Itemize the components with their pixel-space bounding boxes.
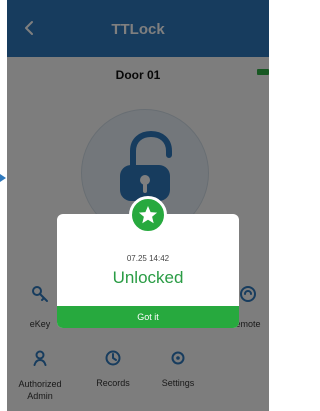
screenshot-frame: TTLock Door 01 eKey emote — [0, 0, 269, 411]
got-it-button[interactable]: Got it — [57, 306, 239, 328]
left-arrow-icon — [0, 174, 6, 182]
star-glyph — [138, 206, 158, 224]
star-icon — [129, 196, 167, 234]
left-white-strip — [0, 0, 7, 411]
app-screen: TTLock Door 01 eKey emote — [7, 0, 269, 411]
unlock-time: 07.25 14:42 — [126, 254, 170, 263]
unlock-status: Unlocked — [112, 268, 184, 287]
